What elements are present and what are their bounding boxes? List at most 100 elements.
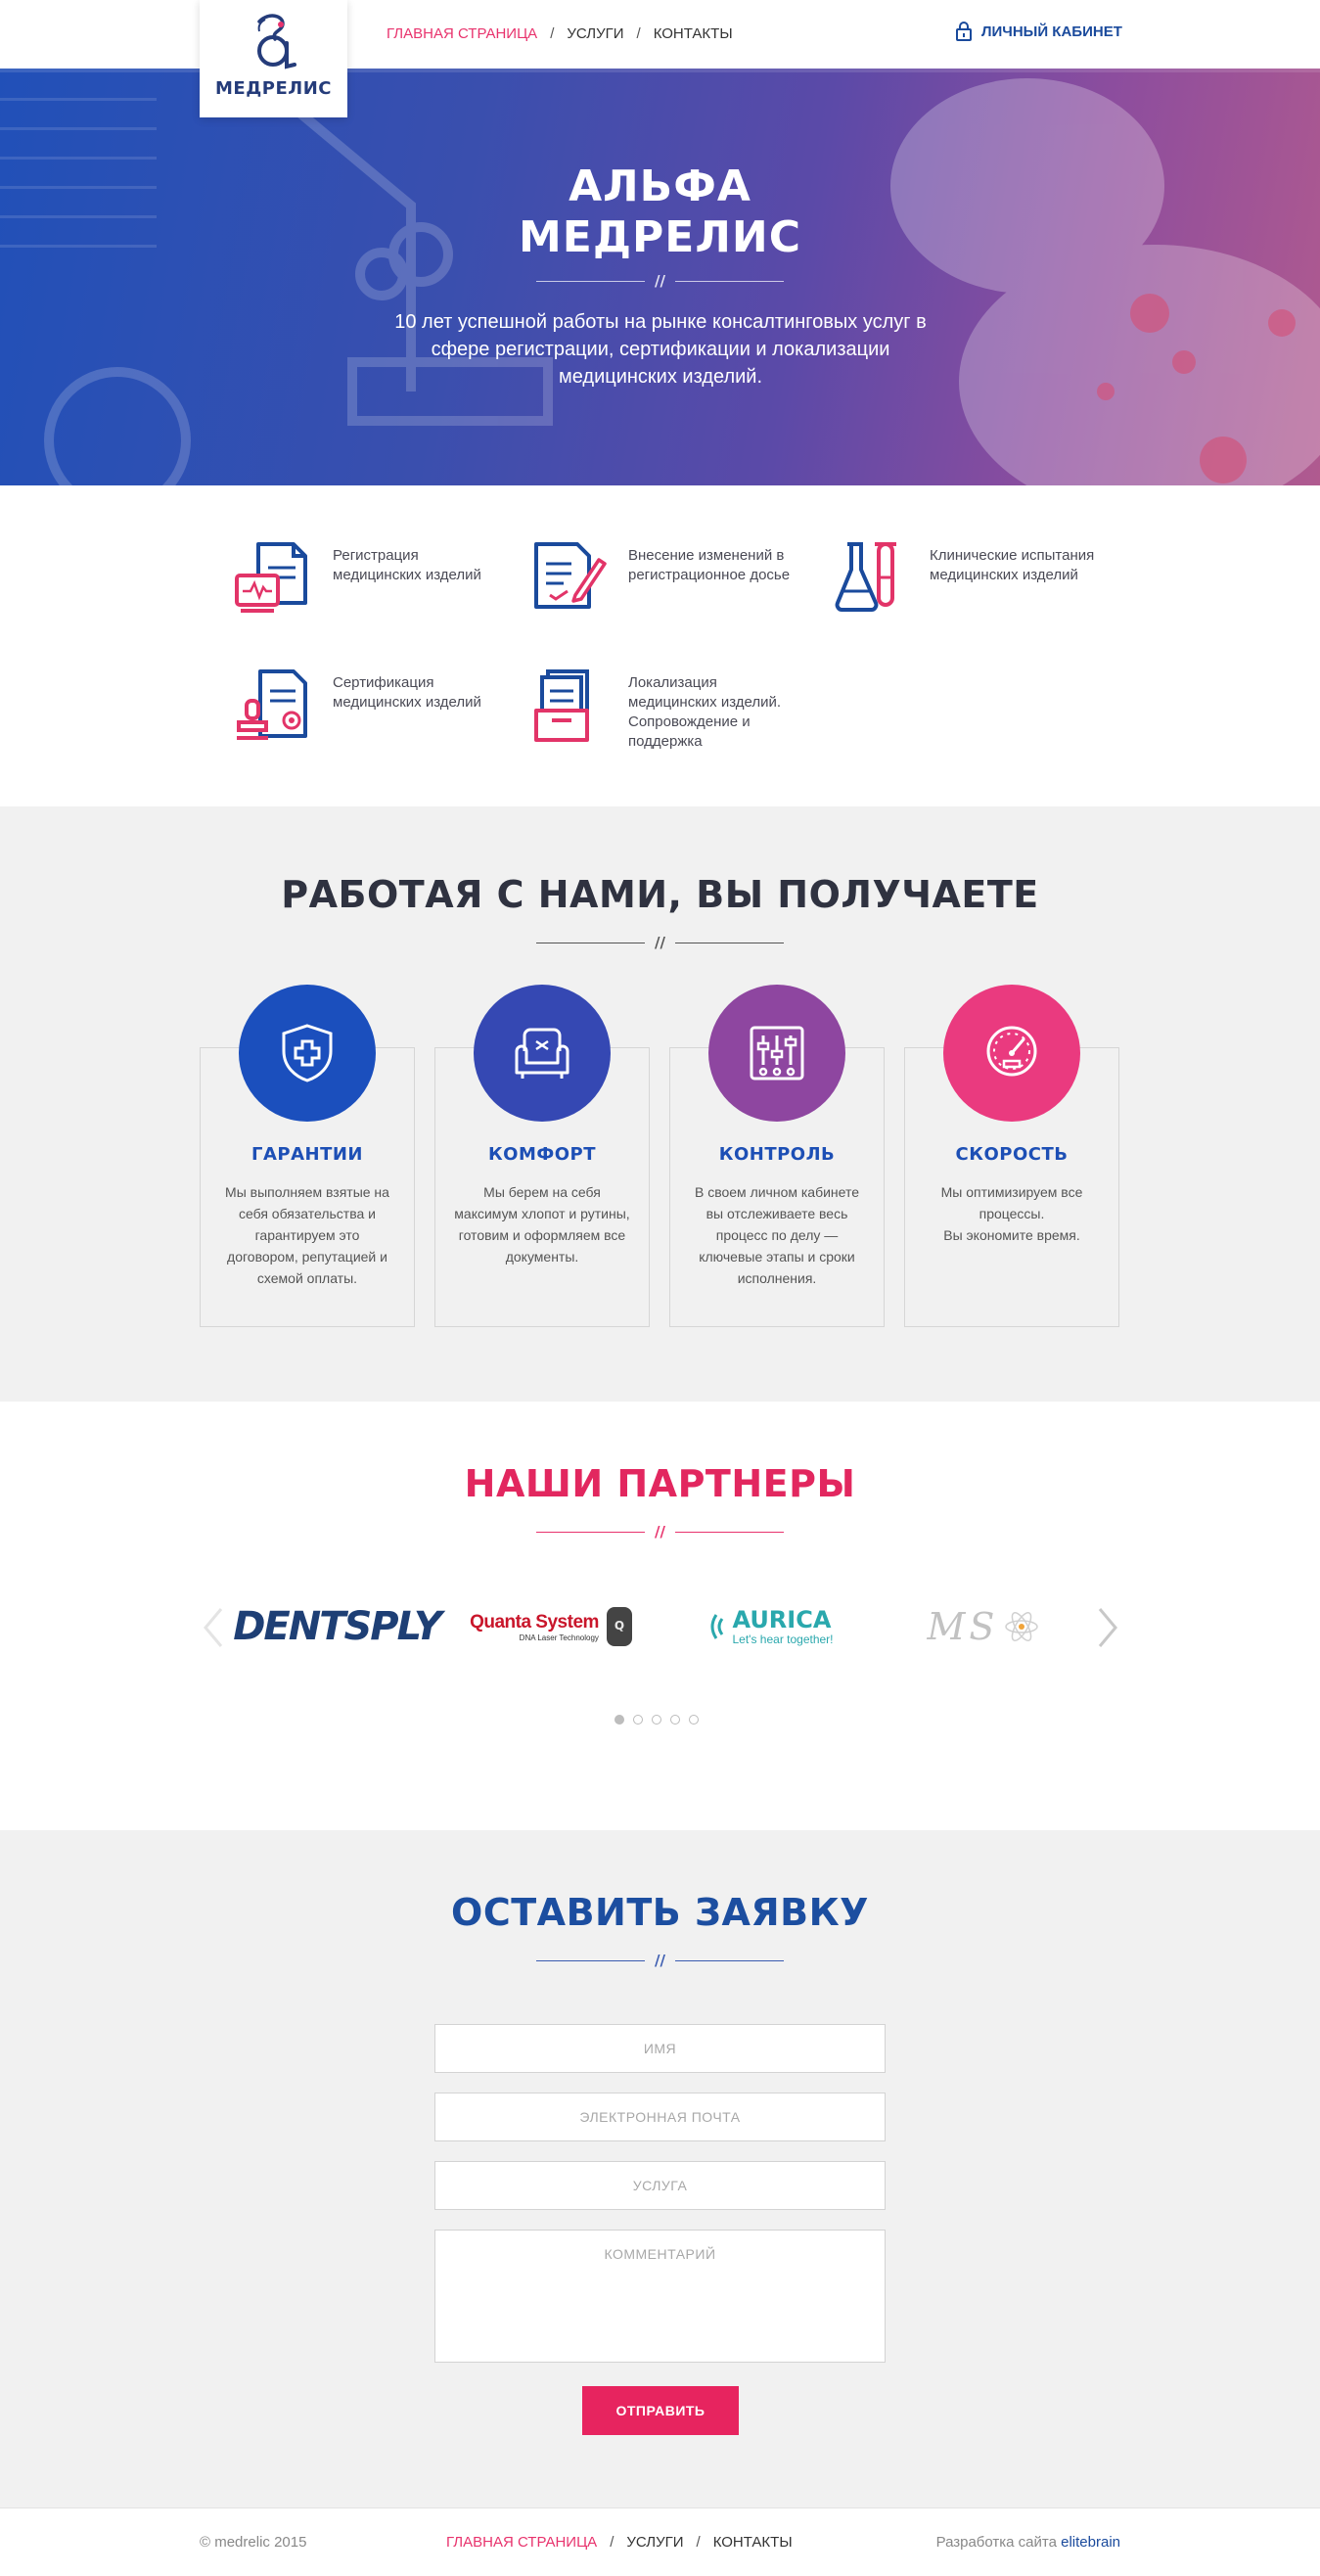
partner-logo-quanta[interactable]: Quanta System DNA Laser Technology Q — [456, 1589, 648, 1664]
hero-title-line1: АЛЬФА — [569, 161, 751, 211]
service-item-localization[interactable]: Локализация медицинских изделий. Сопрово… — [528, 666, 802, 752]
benefit-title: ГАРАНТИИ — [251, 1144, 363, 1165]
submit-button[interactable]: ОТПРАВИТЬ — [582, 2386, 739, 2435]
logo-text: МЕДРЕЛИС — [215, 78, 332, 99]
developer-prefix: Разработка сайта — [935, 2534, 1057, 2551]
benefits-title: РАБОТАЯ С НАМИ, ВЫ ПОЛУЧАЕТЕ — [281, 873, 1039, 916]
carousel-dot[interactable] — [633, 1715, 643, 1725]
footer-link-services[interactable]: УСЛУГИ — [626, 2534, 683, 2551]
cabinet-label: ЛИЧНЫЙ КАБИНЕТ — [981, 23, 1122, 40]
benefit-title: КОНТРОЛЬ — [718, 1144, 836, 1165]
nav-separator: / — [636, 25, 641, 42]
service-item-certification[interactable]: Сертификация медицинских изделий — [233, 666, 507, 748]
svg-text:Q: Q — [614, 1619, 624, 1633]
divider-slashes: // — [655, 272, 665, 290]
edit-document-icon — [534, 542, 607, 609]
carousel-dot[interactable] — [614, 1715, 624, 1725]
partner-logo-dentsply[interactable]: DENTSPLY — [233, 1589, 442, 1664]
carousel-prev-arrow[interactable] — [200, 1605, 229, 1650]
carousel-dot[interactable] — [652, 1715, 661, 1725]
benefit-title: КОМФОРТ — [487, 1144, 597, 1165]
control-panel-icon — [750, 1026, 804, 1081]
carousel-dot[interactable] — [670, 1715, 680, 1725]
partner-name: Quanta System — [470, 1611, 599, 1633]
logo[interactable]: МЕДРЕЛИС — [200, 0, 347, 117]
registration-document-icon — [235, 542, 307, 613]
partner-name: DENTSPLY — [233, 1604, 442, 1649]
partner-logo-ms[interactable]: MS — [896, 1589, 1072, 1664]
name-input[interactable] — [434, 2024, 886, 2073]
divider-line — [536, 1531, 646, 1533]
nav-separator: / — [610, 2534, 614, 2551]
partner-tagline: DNA Laser Technology — [519, 1633, 599, 1642]
service-input[interactable] — [434, 2161, 886, 2210]
nav-separator: / — [696, 2534, 701, 2551]
service-item-clinical[interactable]: Клинические испытания медицинских издели… — [830, 538, 1104, 621]
service-item-changes[interactable]: Внесение изменений в регистрационное дос… — [528, 538, 802, 621]
partners-section: НАШИ ПАРТНЕРЫ // DENTSPLY Quanta System … — [0, 1402, 1320, 1830]
benefits-divider: // — [536, 934, 784, 951]
site-footer: © medrelic 2015 ГЛАВНАЯ СТРАНИЦА / УСЛУГ… — [0, 2507, 1320, 2576]
carousel-dots — [614, 1715, 699, 1725]
hero-divider: // — [536, 272, 784, 290]
speedometer-icon — [986, 1026, 1037, 1077]
service-label: Локализация медицинских изделий. Сопрово… — [628, 674, 782, 750]
archive-tray-icon — [534, 669, 589, 742]
footer-nav: ГЛАВНАЯ СТРАНИЦА / УСЛУГИ / КОНТАКТЫ — [446, 2534, 793, 2551]
developer-credit: Разработка сайта elitebrain — [936, 2534, 1120, 2551]
partners-divider: // — [536, 1523, 784, 1541]
hero-title: АЛЬФА МЕДРЕЛИС — [0, 161, 1320, 263]
divider-slashes: // — [655, 934, 665, 951]
partner-logo-aurica[interactable]: AURICA Let's hear together! — [687, 1589, 853, 1664]
form-divider: // — [536, 1952, 784, 1969]
benefit-title: СКОРОСТЬ — [955, 1144, 1069, 1165]
nav-link-services[interactable]: УСЛУГИ — [567, 25, 623, 42]
lock-icon — [956, 22, 972, 41]
site-header: МЕДРЕЛИС ГЛАВНАЯ СТРАНИЦА / УСЛУГИ / КОН… — [0, 0, 1320, 117]
sound-waves-icon — [710, 1614, 724, 1639]
partner-tagline: Let's hear together! — [732, 1633, 834, 1646]
benefit-badge — [708, 985, 845, 1122]
partners-title: НАШИ ПАРТНЕРЫ — [464, 1462, 856, 1505]
comment-textarea[interactable] — [434, 2230, 886, 2363]
logo-mark-icon — [256, 14, 296, 69]
copyright: © medrelic 2015 — [200, 2534, 307, 2551]
divider-line — [674, 1531, 784, 1533]
benefit-text: Мы оптимизируем все процессы. Вы экономи… — [940, 1184, 1083, 1243]
nav-link-home[interactable]: ГЛАВНАЯ СТРАНИЦА — [387, 25, 537, 42]
shield-cross-icon — [282, 1024, 333, 1082]
quanta-badge-icon: Q — [606, 1607, 632, 1646]
footer-link-home[interactable]: ГЛАВНАЯ СТРАНИЦА — [446, 2534, 597, 2551]
hero-title-line2: МЕДРЕЛИС — [519, 212, 801, 262]
service-label: Клинические испытания медицинских издели… — [930, 547, 1095, 583]
footer-link-contacts[interactable]: КОНТАКТЫ — [713, 2534, 793, 2551]
main-nav: ГЛАВНАЯ СТРАНИЦА / УСЛУГИ / КОНТАКТЫ — [387, 25, 733, 42]
divider-slashes: // — [655, 1952, 665, 1969]
divider-line — [674, 280, 784, 282]
benefit-badge — [239, 985, 376, 1122]
service-item-registration[interactable]: Регистрация медицинских изделий — [233, 538, 507, 621]
benefit-badge — [943, 985, 1080, 1122]
developer-link[interactable]: elitebrain — [1061, 2534, 1120, 2551]
benefit-text: В своем личном кабинете вы отслеживаете … — [694, 1184, 860, 1286]
nav-separator: / — [550, 25, 555, 42]
email-input[interactable] — [434, 2093, 886, 2141]
services-section: Регистрация медицинских изделий Внесение… — [0, 485, 1320, 806]
carousel-dot[interactable] — [689, 1715, 699, 1725]
partner-name: MS — [927, 1605, 999, 1648]
benefit-text: Мы выполняем взятые на себя обязательств… — [225, 1184, 389, 1286]
service-label: Внесение изменений в регистрационное дос… — [628, 547, 791, 583]
carousel-next-arrow[interactable] — [1092, 1605, 1121, 1650]
flask-icon — [835, 542, 896, 612]
service-label: Регистрация медицинских изделий — [333, 547, 481, 583]
hero-subtitle: 10 лет успешной работы на рынке консалти… — [394, 311, 927, 388]
benefits-section: РАБОТАЯ С НАМИ, ВЫ ПОЛУЧАЕТЕ // ГАРАНТИИ… — [0, 806, 1320, 1402]
divider-line — [536, 1959, 646, 1961]
request-form-section: ОСТАВИТЬ ЗАЯВКУ // ОТПРАВИТЬ — [0, 1830, 1320, 2507]
armchair-icon — [515, 1028, 569, 1079]
hero-banner: АЛЬФА МЕДРЕЛИС // 10 лет успешной работы… — [0, 69, 1320, 485]
benefit-text: Мы берем на себя максимум хлопот и рутин… — [454, 1184, 630, 1265]
form-title: ОСТАВИТЬ ЗАЯВКУ — [451, 1891, 869, 1934]
personal-cabinet-link[interactable]: ЛИЧНЫЙ КАБИНЕТ — [956, 22, 1122, 41]
nav-link-contacts[interactable]: КОНТАКТЫ — [654, 25, 733, 42]
